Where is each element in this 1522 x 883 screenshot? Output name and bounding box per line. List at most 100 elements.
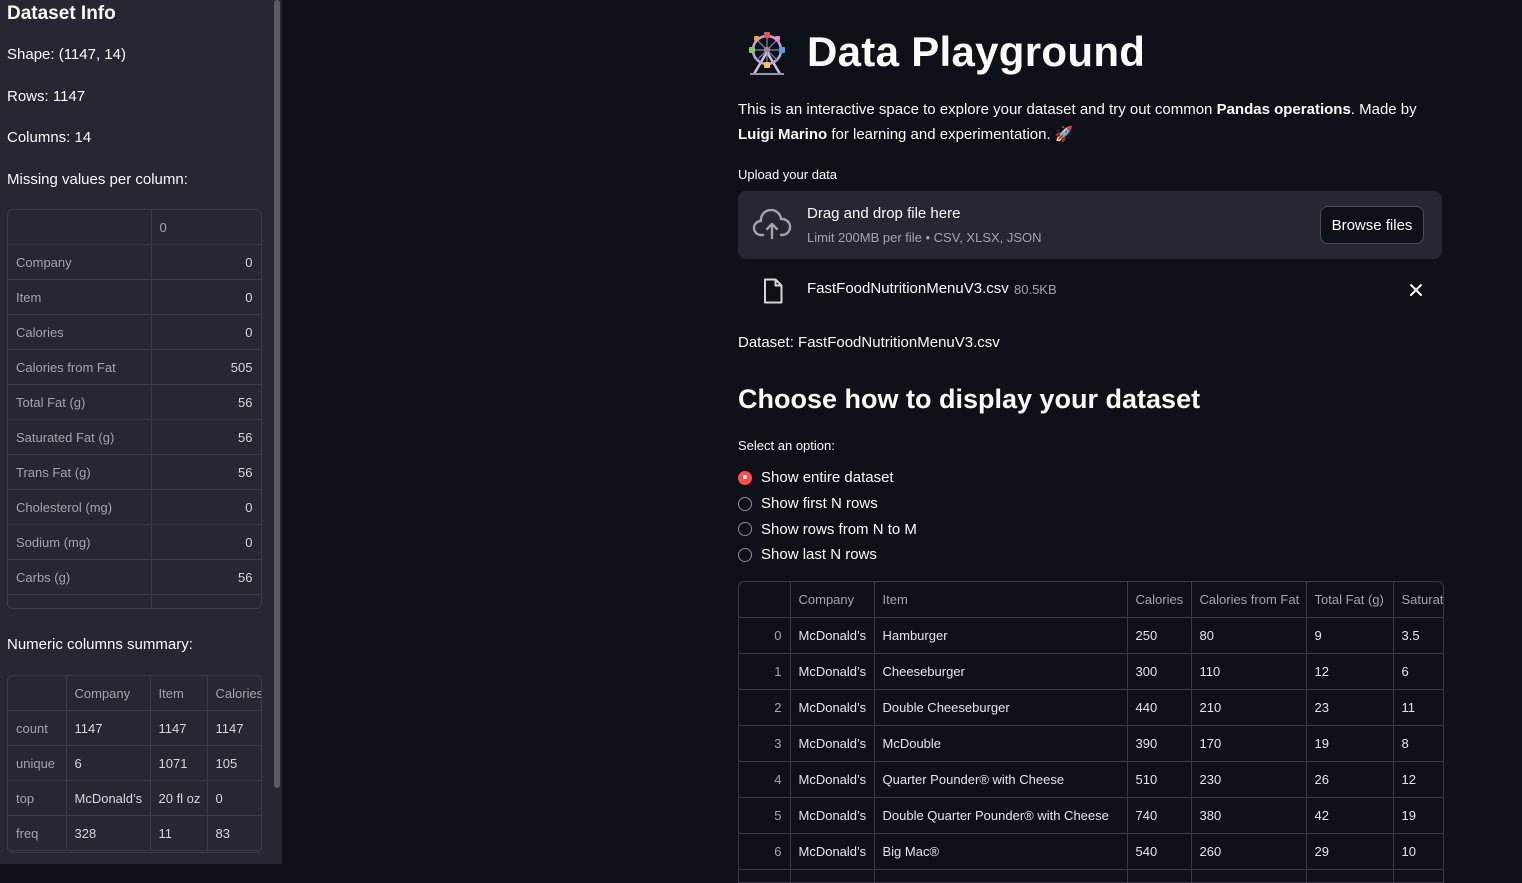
cloud-upload-icon	[752, 209, 792, 241]
table-cell[interactable]: 12	[1393, 762, 1444, 798]
row-index-cell[interactable]: 0	[739, 618, 790, 654]
table-header-cell	[8, 210, 151, 245]
table-cell[interactable]: 19	[1306, 726, 1393, 762]
table-cell[interactable]: 23	[1306, 690, 1393, 726]
column-header[interactable]: Total Fat (g)	[1306, 582, 1393, 618]
value-cell: 0	[151, 245, 261, 280]
radio-unselected-icon[interactable]	[738, 522, 752, 536]
table-cell[interactable]: 170	[1191, 726, 1306, 762]
radio-option[interactable]: Show last N rows	[738, 542, 917, 568]
row-index-cell[interactable]: 3	[739, 726, 790, 762]
table-cell[interactable]	[1191, 870, 1306, 883]
table-cell[interactable]: 300	[1127, 654, 1191, 690]
radio-option[interactable]: Show entire dataset	[738, 465, 917, 491]
table-cell[interactable]: Double Cheeseburger	[874, 690, 1127, 726]
close-icon[interactable]	[1408, 282, 1424, 298]
value-cell: 56	[151, 385, 261, 420]
row-label-cell: Total Fat (g)	[8, 385, 151, 420]
table-cell[interactable]: Double Quarter Pounder® with Cheese	[874, 798, 1127, 834]
intro-part: This is an interactive space to explore …	[738, 101, 1217, 118]
table-cell[interactable]: 110	[1191, 654, 1306, 690]
table-cell[interactable]: Cheeseburger	[874, 654, 1127, 690]
row-index-cell[interactable]: 4	[739, 762, 790, 798]
uploaded-file-name: FastFoodNutritionMenuV3.csv	[807, 280, 1009, 297]
radio-option-label: Show entire dataset	[761, 469, 894, 486]
dataset-shape: Shape: (1147, 14)	[7, 46, 126, 63]
uploaded-file-item: FastFoodNutritionMenuV3.csv 80.5KB	[738, 270, 1442, 312]
radio-option[interactable]: Show rows from N to M	[738, 516, 917, 542]
row-label-cell	[8, 595, 151, 610]
table-cell[interactable]: 440	[1127, 690, 1191, 726]
table-cell[interactable]: 26	[1306, 762, 1393, 798]
table-cell[interactable]: 19	[1393, 798, 1444, 834]
value-cell: 0	[151, 490, 261, 525]
radio-unselected-icon[interactable]	[738, 497, 752, 511]
sidebar-scrollbar-thumb[interactable]	[274, 0, 280, 788]
table-cell[interactable]: 230	[1191, 762, 1306, 798]
value-cell	[151, 595, 261, 610]
table-cell[interactable]: McDonald’s	[790, 618, 874, 654]
table-cell[interactable]: 510	[1127, 762, 1191, 798]
table-cell[interactable]: 3.5	[1393, 618, 1444, 654]
table-cell[interactable]: Quarter Pounder® with Cheese	[874, 762, 1127, 798]
table-cell[interactable]: 210	[1191, 690, 1306, 726]
table-row: count114711471147	[8, 711, 262, 746]
table-cell[interactable]: 10	[1393, 834, 1444, 870]
table-cell[interactable]: McDonald’s	[790, 762, 874, 798]
table-cell[interactable]: McDonald’s	[790, 690, 874, 726]
table-cell[interactable]: McDonald’s	[790, 798, 874, 834]
table-cell[interactable]: 260	[1191, 834, 1306, 870]
row-index-cell[interactable]: 2	[739, 690, 790, 726]
table-cell[interactable]: 740	[1127, 798, 1191, 834]
table-cell[interactable]: 250	[1127, 618, 1191, 654]
table-cell[interactable]: 9	[1306, 618, 1393, 654]
table-cell[interactable]	[1393, 870, 1444, 883]
column-header[interactable]	[739, 582, 790, 618]
table-cell[interactable]: 42	[1306, 798, 1393, 834]
dataset-table[interactable]: CompanyItemCaloriesCalories from FatTota…	[738, 581, 1444, 883]
table-cell[interactable]: 80	[1191, 618, 1306, 654]
numeric-summary-table[interactable]: CompanyItemCalories count114711471147uni…	[7, 675, 262, 853]
table-cell[interactable]: McDonald’s	[790, 834, 874, 870]
column-header[interactable]: Item	[874, 582, 1127, 618]
table-cell[interactable]: McDouble	[874, 726, 1127, 762]
column-header[interactable]: Calories	[1127, 582, 1191, 618]
table-cell[interactable]: Hamburger	[874, 618, 1127, 654]
column-header[interactable]: Saturated Fat (g)	[1393, 582, 1444, 618]
row-index-cell[interactable]: 6	[739, 834, 790, 870]
display-option-radio-group[interactable]: Show entire datasetShow first N rowsShow…	[738, 465, 917, 568]
row-index-cell[interactable]: 1	[739, 654, 790, 690]
browse-files-button[interactable]: Browse files	[1320, 206, 1424, 244]
table-row: unique61071105	[8, 746, 262, 781]
radio-unselected-icon[interactable]	[738, 548, 752, 562]
table-cell[interactable]: McDonald’s	[790, 654, 874, 690]
row-label-cell: Item	[8, 280, 151, 315]
table-cell[interactable]	[874, 870, 1127, 883]
missing-values-table[interactable]: 0 Company0Item0Calories0Calories from Fa…	[7, 209, 262, 609]
table-cell[interactable]	[1306, 870, 1393, 883]
table-cell[interactable]: 540	[1127, 834, 1191, 870]
table-cell[interactable]	[790, 870, 874, 883]
table-cell[interactable]: 12	[1306, 654, 1393, 690]
table-cell[interactable]: 380	[1191, 798, 1306, 834]
row-index-cell[interactable]: 5	[739, 798, 790, 834]
table-cell[interactable]: McDonald’s	[790, 726, 874, 762]
table-cell[interactable]: 29	[1306, 834, 1393, 870]
file-dropzone[interactable]: Drag and drop file here Limit 200MB per …	[738, 191, 1442, 259]
column-header[interactable]: Company	[790, 582, 874, 618]
value-cell: 0	[151, 315, 261, 350]
intro-bold-pandas: Pandas operations	[1217, 101, 1351, 118]
table-cell[interactable]: 11	[1393, 690, 1444, 726]
table-cell[interactable]	[1127, 870, 1191, 883]
table-cell[interactable]: 8	[1393, 726, 1444, 762]
table-cell[interactable]: Big Mac®	[874, 834, 1127, 870]
value-cell: 1071	[150, 746, 207, 781]
page-title: Data Playground	[807, 28, 1145, 76]
column-header[interactable]: Calories from Fat	[1191, 582, 1306, 618]
intro-part: for learning and experimentation. 🚀	[827, 126, 1073, 143]
table-cell[interactable]: 6	[1393, 654, 1444, 690]
table-cell[interactable]: 390	[1127, 726, 1191, 762]
radio-option[interactable]: Show first N rows	[738, 491, 917, 517]
radio-selected-icon[interactable]	[738, 471, 752, 485]
row-index-cell[interactable]: 7	[739, 870, 790, 883]
